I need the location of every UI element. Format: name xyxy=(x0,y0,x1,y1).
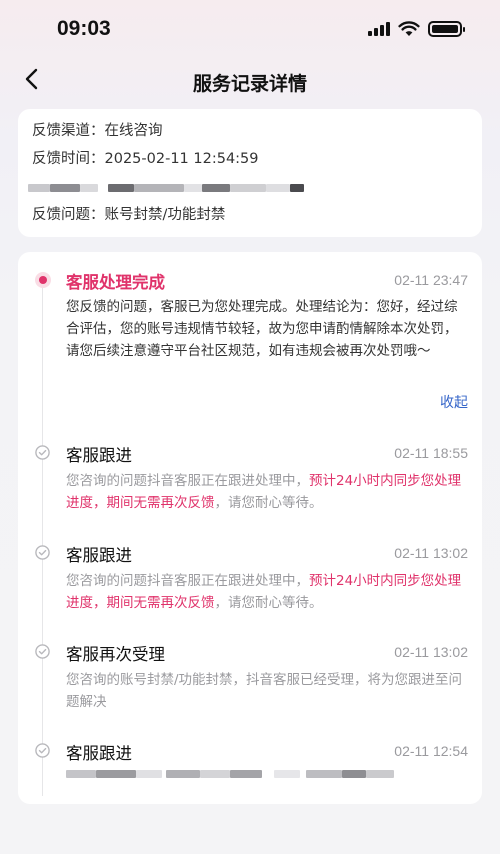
entry-body: 您咨询的问题抖音客服正在跟进处理中，预计24小时内同步您处理进度，期间无需再次反… xyxy=(66,473,462,511)
status-bar: 09:03 xyxy=(0,0,500,58)
collapse-link[interactable]: 收起 xyxy=(440,392,468,412)
nav-bar: 服务记录详情 xyxy=(0,58,500,102)
feedback-channel-value: 在线咨询 xyxy=(104,123,163,139)
redacted-row xyxy=(28,175,468,203)
check-circle-icon xyxy=(35,743,50,758)
wifi-icon xyxy=(398,21,420,36)
status-time: 09:03 xyxy=(57,17,111,40)
entry-time: 02-11 13:02 xyxy=(394,644,468,660)
entry-time: 02-11 13:02 xyxy=(394,545,468,561)
battery-icon xyxy=(428,21,465,37)
entry-time: 02-11 18:55 xyxy=(394,445,468,461)
check-circle-icon xyxy=(35,445,50,460)
feedback-time-value: 2025-02-11 12:54:59 xyxy=(104,151,259,167)
feedback-issue-row: 反馈问题：账号封禁/功能封禁 xyxy=(32,203,468,231)
entry-title: 客服跟进 xyxy=(66,744,132,763)
entry-body: 您反馈的问题，客服已为您处理完成。处理结论为：您好，经过综合评估，您的账号违规情… xyxy=(66,299,458,359)
entry-time: 02-11 23:47 xyxy=(394,272,468,288)
entry-title: 客服跟进 xyxy=(66,446,132,465)
feedback-issue-label: 反馈问题： xyxy=(32,207,105,223)
feedback-time-row: 反馈时间：2025-02-11 12:54:59 xyxy=(32,147,468,175)
entry-body: 您咨询的账号封禁/功能封禁，抖音客服已经受理，将为您跟进至问题解决 xyxy=(66,672,463,710)
feedback-info-card: 反馈渠道：在线咨询 反馈时间：2025-02-11 12:54:59 反馈问题：… xyxy=(18,109,482,237)
active-dot-icon xyxy=(35,272,51,288)
feedback-issue-value: 账号封禁/功能封禁 xyxy=(104,207,226,223)
feedback-channel-label: 反馈渠道： xyxy=(32,123,105,139)
entry-time: 02-11 12:54 xyxy=(394,743,468,759)
entry-title: 客服再次受理 xyxy=(66,645,165,664)
feedback-channel-row: 反馈渠道：在线咨询 xyxy=(32,119,468,147)
timeline-line xyxy=(42,286,43,796)
cellular-signal-icon xyxy=(368,22,390,36)
page-title: 服务记录详情 xyxy=(192,73,307,95)
entry-body: 您咨询的问题抖音客服正在跟进处理中，预计24小时内同步您处理进度，期间无需再次反… xyxy=(66,573,462,611)
check-circle-icon xyxy=(35,644,50,659)
feedback-time-label: 反馈时间： xyxy=(32,151,105,167)
redacted-body xyxy=(66,770,396,780)
entry-title: 客服跟进 xyxy=(66,546,132,565)
status-icons xyxy=(368,21,465,37)
service-timeline-card: 客服处理完成 02-11 23:47 您反馈的问题，客服已为您处理完成。处理结论… xyxy=(18,252,482,804)
entry-title: 客服处理完成 xyxy=(66,273,165,292)
check-circle-icon xyxy=(35,545,50,560)
